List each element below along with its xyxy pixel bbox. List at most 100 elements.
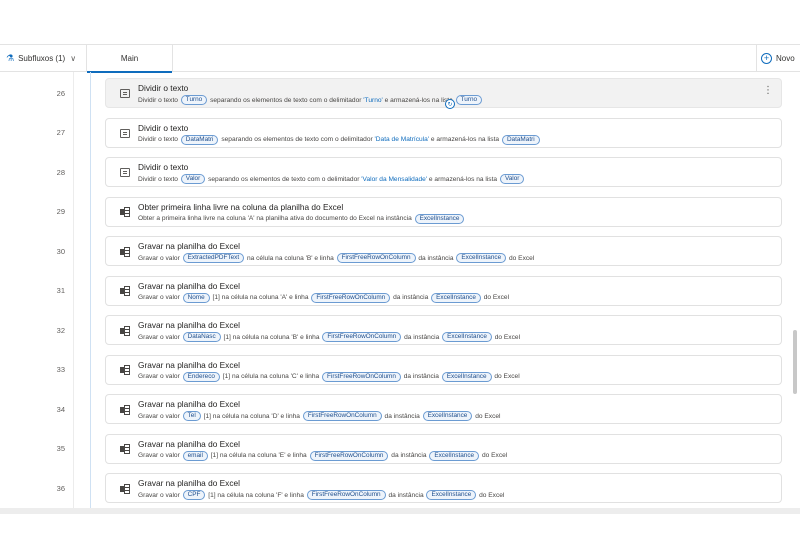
variable-token[interactable]: DataMatri — [501, 134, 540, 145]
variable-token[interactable]: FirstFreeRowOnColumn — [322, 371, 401, 382]
variable-token[interactable]: FirstFreeRowOnColumn — [306, 490, 386, 500]
action-card[interactable]: Gravar na planilha do Excel Gravar o valo… — [105, 473, 782, 503]
variable-token[interactable]: FirstFreeRowOnColumn — [311, 292, 391, 303]
action-card[interactable]: Gravar na planilha do Excel Gravar o valo… — [105, 394, 782, 424]
variable-token[interactable]: Endereco — [182, 371, 220, 382]
variable-token[interactable]: FirstFreeRowOnColumn — [336, 253, 416, 263]
action-card[interactable]: Gravar na planilha do Excel Gravar o valo… — [105, 433, 782, 464]
tab-main[interactable]: Main — [87, 45, 173, 73]
action-description: Gravar o valor ExtractedPDFText na célul… — [138, 253, 534, 263]
action-title: Dividir o texto — [138, 162, 189, 172]
action-row: 35 Gravar na planilha do Excel Gravar o va… — [0, 432, 800, 466]
more-options-icon[interactable]: ⋮ — [763, 86, 773, 96]
action-title: Gravar na planilha do Excel — [138, 478, 240, 488]
action-card[interactable]: Obter primeira linha livre na coluna da … — [105, 196, 782, 227]
text-icon — [119, 128, 130, 139]
subflows-label: Subfluxos (1) — [18, 54, 66, 63]
variable-token[interactable]: ExcelInstance — [442, 332, 492, 342]
excel-icon — [119, 246, 130, 257]
action-row: 29 Obter primeira linha livre na coluna d… — [0, 195, 800, 229]
line-number: 32 — [56, 325, 65, 335]
new-subflow-button[interactable]: + Novo — [756, 45, 800, 72]
line-number: 28 — [56, 167, 65, 177]
action-description: Dividir o texto Turno separando os eleme… — [138, 95, 483, 105]
line-number: 35 — [56, 444, 65, 453]
action-card[interactable]: Gravar na planilha do Excel Gravar o valo… — [105, 315, 782, 345]
variable-token[interactable]: ExtractedPDFText — [182, 253, 245, 263]
description-text: Dividir o texto — [138, 96, 180, 104]
description-text: Gravar o valor — [138, 333, 182, 341]
action-card[interactable]: Gravar na planilha do Excel Gravar o valo… — [105, 236, 782, 266]
description-text: separando os elementos de texto com o de… — [219, 136, 375, 143]
vertical-scrollbar[interactable] — [793, 330, 797, 394]
action-card[interactable]: Dividir o texto Dividir o texto DataMatri… — [105, 117, 782, 148]
variable-token[interactable]: ExcelInstance — [441, 371, 492, 382]
description-text: Gravar o valor — [138, 254, 182, 262]
action-title: Dividir o texto — [138, 83, 189, 93]
subflows-dropdown[interactable]: ⚗ Subfluxos (1) ∨ — [0, 45, 87, 72]
description-text: Dividir o texto — [138, 136, 180, 143]
variable-token[interactable]: Tel — [182, 411, 201, 421]
action-row: 28 Dividir o texto Dividir o texto Valor s… — [0, 155, 800, 189]
action-card[interactable]: Gravar na planilha do Excel Gravar o valo… — [105, 354, 782, 385]
description-text: Gravar o valor — [138, 294, 182, 301]
action-card[interactable]: Dividir o texto Dividir o texto Turno sep… — [105, 78, 782, 108]
subflow-icon: ⚗ — [6, 53, 15, 63]
variable-token[interactable]: Nome — [182, 292, 210, 303]
excel-icon — [119, 404, 130, 415]
variable-token[interactable]: FirstFreeRowOnColumn — [322, 332, 402, 342]
variable-token[interactable]: Valor — [180, 174, 206, 184]
description-text: do Excel — [480, 452, 508, 459]
variable-token[interactable]: ExcelInstance — [429, 450, 480, 461]
action-row: 32 Gravar na planilha do Excel Gravar o va… — [0, 313, 800, 347]
action-description: Gravar o valor DataNasc [1] na célula na… — [138, 332, 520, 342]
tab-main-label: Main — [120, 54, 139, 63]
description-text: Gravar o valor — [138, 491, 182, 499]
line-number: 31 — [56, 286, 65, 295]
description-text: da instância — [391, 294, 431, 301]
description-text: e armazená-los na lista — [429, 136, 501, 143]
variable-token[interactable]: email — [182, 450, 208, 461]
description-text: e armazená-los na lista — [427, 175, 499, 183]
action-title: Dividir o texto — [138, 122, 189, 133]
excel-icon — [119, 444, 130, 455]
variable-token[interactable]: ExcelInstance — [456, 253, 507, 263]
variable-token[interactable]: FirstFreeRowOnColumn — [302, 411, 382, 421]
variable-token[interactable]: DataNasc — [182, 332, 221, 342]
description-text: da instância — [402, 333, 442, 341]
description-text: da instância — [389, 452, 429, 459]
description-text: separando os elementos de texto com o de… — [206, 175, 362, 183]
action-row: 27 Dividir o texto Dividir o texto DataMat… — [0, 116, 800, 150]
action-description: Gravar o valor CPF [1] na célula na colu… — [138, 490, 504, 500]
variable-token[interactable]: ExcelInstance — [431, 292, 481, 303]
action-title: Gravar na planilha do Excel — [138, 438, 240, 449]
action-card[interactable]: Dividir o texto Dividir o texto Valor sep… — [105, 157, 782, 187]
variable-token[interactable]: Valor — [499, 174, 525, 184]
excel-icon — [119, 286, 130, 297]
action-title: Gravar na planilha do Excel — [138, 280, 240, 291]
variable-token[interactable]: ExcelInstance — [422, 411, 473, 421]
description-text: [1] na célula na coluna 'F' e linha — [206, 491, 306, 499]
text-icon — [119, 88, 130, 99]
action-row: 30 Gravar na planilha do Excel Gravar o va… — [0, 234, 800, 268]
description-text: Gravar o valor — [138, 412, 182, 420]
insert-action-icon[interactable]: ↻ — [445, 99, 455, 109]
action-card[interactable]: Gravar na planilha do Excel Gravar o valo… — [105, 275, 782, 306]
description-text: do Excel — [481, 294, 510, 301]
action-row: 26 Dividir o texto Dividir o texto Turno s… — [0, 76, 800, 110]
action-description: Gravar o valor Nome [1] na célula na col… — [138, 292, 510, 303]
action-row: 34 Gravar na planilha do Excel Gravar o va… — [0, 392, 800, 426]
variable-token[interactable]: ExcelInstance — [426, 490, 477, 500]
line-number: 27 — [56, 128, 65, 137]
description-text: do Excel — [507, 254, 535, 262]
variable-token[interactable]: FirstFreeRowOnColumn — [309, 450, 389, 461]
variable-token[interactable]: Turno — [180, 95, 208, 105]
action-description: Gravar o valor Endereco [1] na célula na… — [138, 371, 520, 382]
action-description: Dividir o texto Valor separando os eleme… — [138, 174, 525, 184]
variable-token[interactable]: Turno — [455, 95, 483, 105]
description-text: da instância — [386, 491, 426, 499]
variable-token[interactable]: CPF — [182, 490, 206, 500]
variable-token[interactable]: DataMatri — [180, 134, 219, 145]
variable-token[interactable]: ExcelInstance — [414, 213, 465, 224]
action-title: Gravar na planilha do Excel — [138, 359, 240, 370]
